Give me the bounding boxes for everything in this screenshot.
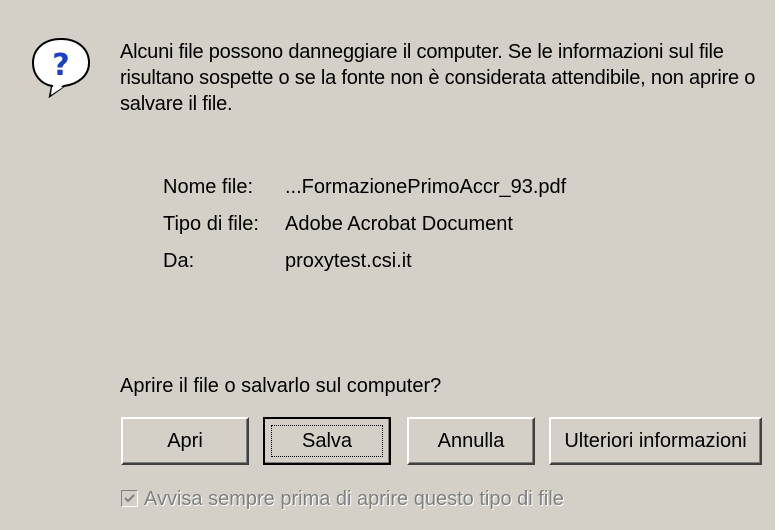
always-ask-checkbox [121,490,138,507]
file-source-value: proxytest.csi.it [285,250,412,272]
always-ask-checkbox-label: Avvisa sempre prima di aprire questo tip… [144,488,564,510]
file-name-label: Nome file: [163,176,254,198]
svg-text:?: ? [52,48,69,83]
more-info-button-label: Ulteriori informazioni [564,430,747,452]
cancel-button[interactable]: Annulla [407,417,535,465]
more-info-button[interactable]: Ulteriori informazioni [549,417,762,465]
warning-message: Alcuni file possono danneggiare il compu… [120,41,756,115]
file-type-value: Adobe Acrobat Document [285,213,513,235]
question-text: Aprire il file o salvarlo sul computer? [120,375,442,397]
file-name-value: ...FormazionePrimoAccr_93.pdf [285,176,567,198]
file-download-dialog: ? Alcuni file possono danneggiare il com… [0,0,779,530]
open-button[interactable]: Apri [121,417,249,465]
question-icon: ? [31,37,91,98]
save-button-label: Salva [301,430,353,452]
file-source-label: Da: [163,250,195,272]
cancel-button-label: Annulla [437,430,505,452]
file-type-label: Tipo di file: [163,213,259,235]
open-button-label: Apri [167,430,203,452]
save-button[interactable]: Salva [263,417,391,465]
checkmark-icon [124,494,135,503]
window-edge [775,0,779,530]
